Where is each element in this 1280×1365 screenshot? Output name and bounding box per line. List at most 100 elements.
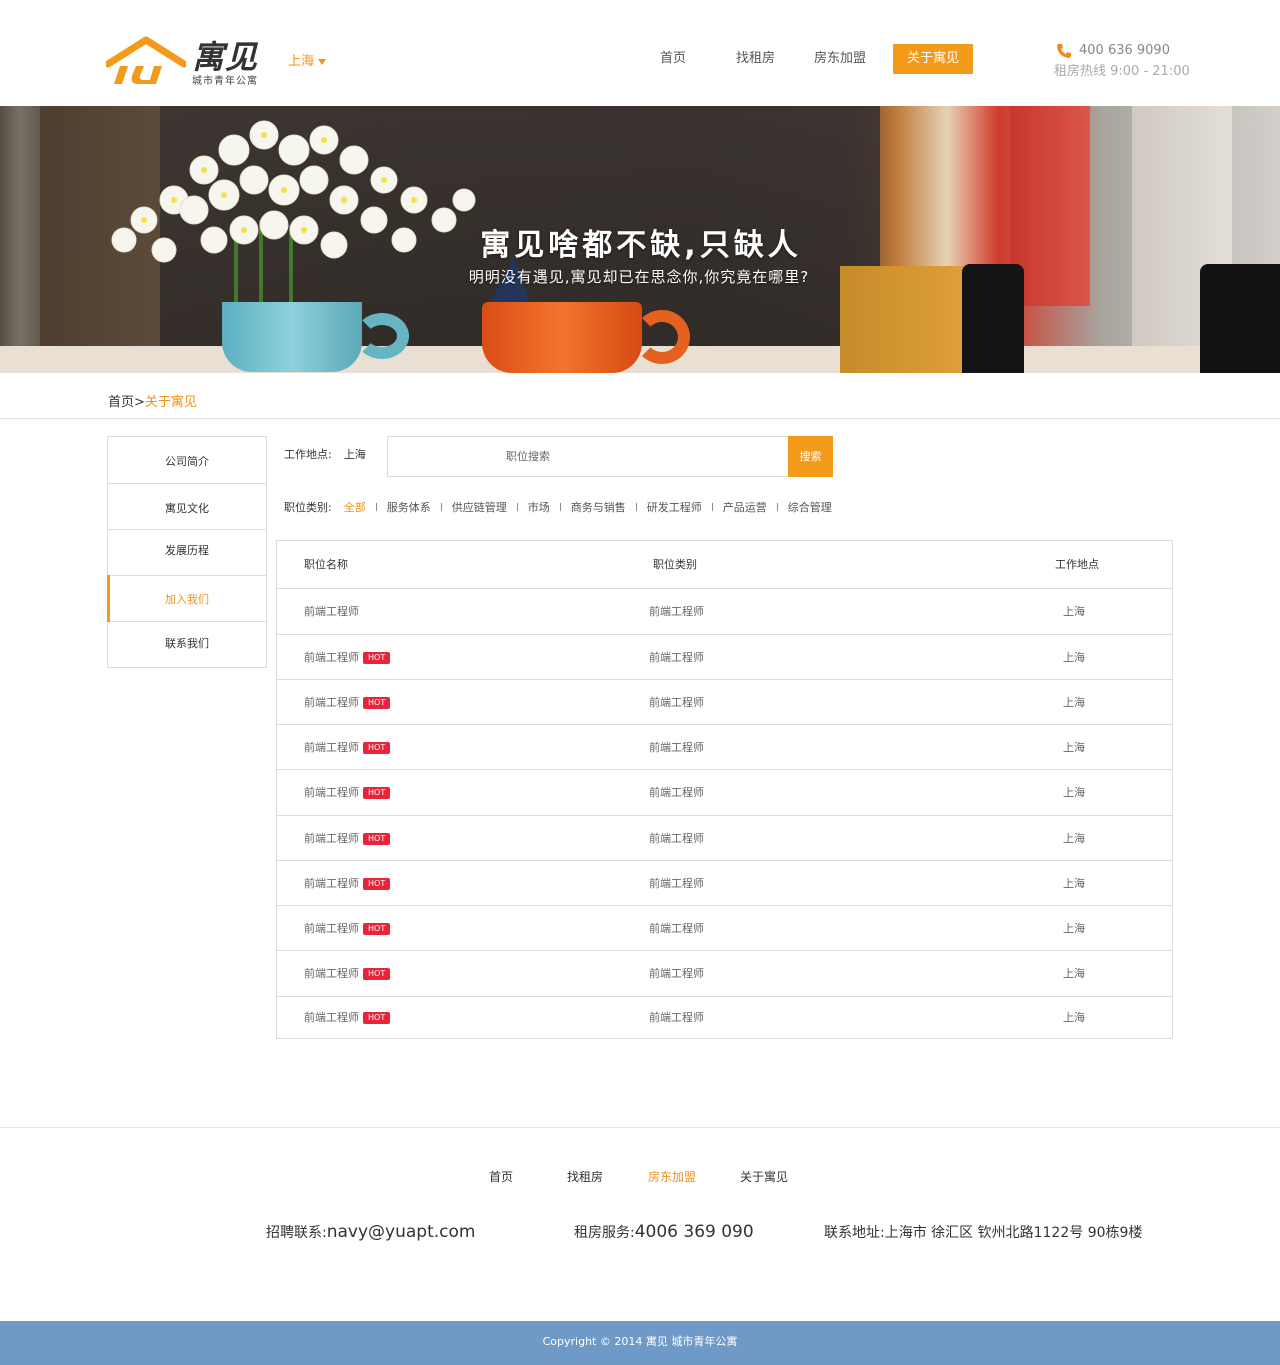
sidebar-item-history[interactable]: 发展历程	[108, 530, 266, 576]
job-name-cell: 前端工程师 HOT	[304, 680, 391, 725]
hero-banner: 寓见啥都不缺,只缺人 明明没有遇见,寓见却已在思念你,你究竟在哪里?	[0, 106, 1280, 373]
category-service[interactable]: 服务体系	[387, 499, 431, 515]
table-row[interactable]: 前端工程师 HOT 前端工程师 上海	[277, 816, 1172, 861]
recruit-label: 招聘联系:	[266, 1225, 327, 1241]
table-row[interactable]: 前端工程师 HOT 前端工程师 上海	[277, 725, 1172, 770]
job-name[interactable]: 前端工程师	[304, 651, 359, 664]
category-sales[interactable]: 商务与销售	[571, 499, 626, 515]
table-row[interactable]: 前端工程师 HOT 前端工程师 上海	[277, 997, 1172, 1039]
category-divider	[516, 503, 518, 511]
job-name[interactable]: 前端工程师	[304, 1011, 359, 1024]
job-location-cell: 上海	[1063, 922, 1085, 935]
table-row[interactable]: 前端工程师 HOT 前端工程师 上海	[277, 680, 1172, 725]
sidebar-item-culture[interactable]: 寓见文化	[108, 484, 266, 530]
hot-badge: HOT	[363, 878, 391, 890]
job-name[interactable]: 前端工程师	[304, 832, 359, 845]
job-category-cell: 前端工程师	[649, 741, 704, 754]
caret-down-icon	[318, 58, 327, 65]
footer-nav-home[interactable]: 首页	[489, 1168, 513, 1185]
copyright-bar: Copyright © 2014 寓见 城市青年公寓	[0, 1321, 1280, 1365]
job-category-cell: 前端工程师	[649, 877, 704, 890]
hot-badge: HOT	[363, 833, 391, 845]
header-job-category: 职位类别	[653, 558, 697, 571]
job-category-cell: 前端工程师	[649, 605, 704, 618]
job-name-cell: 前端工程师 HOT	[304, 770, 391, 816]
job-location-cell: 上海	[1063, 651, 1085, 664]
category-product-ops[interactable]: 产品运营	[723, 499, 767, 515]
banner-title: 寓见啥都不缺,只缺人	[480, 228, 802, 263]
footer-nav-about[interactable]: 关于寓见	[740, 1168, 788, 1185]
job-name[interactable]: 前端工程师	[304, 877, 359, 890]
job-name[interactable]: 前端工程师	[304, 922, 359, 935]
breadcrumb-divider	[0, 418, 1280, 419]
search-button[interactable]: 搜索	[788, 436, 833, 477]
job-location-cell: 上海	[1063, 741, 1085, 754]
sidebar-item-company-intro[interactable]: 公司简介	[108, 437, 266, 484]
job-name[interactable]: 前端工程师	[304, 786, 359, 799]
category-divider	[776, 503, 778, 511]
nav-home[interactable]: 首页	[660, 44, 686, 74]
job-location-cell: 上海	[1063, 605, 1085, 618]
category-rd[interactable]: 研发工程师	[647, 499, 702, 515]
job-category-cell: 前端工程师	[649, 967, 704, 980]
recruit-contact: 招聘联系:navy@yuapt.com	[266, 1222, 475, 1242]
recruit-email[interactable]: navy@yuapt.com	[327, 1222, 476, 1242]
category-management[interactable]: 综合管理	[788, 499, 832, 515]
table-row[interactable]: 前端工程师 HOT 前端工程师 上海	[277, 861, 1172, 906]
city-selector[interactable]: 上海	[288, 50, 327, 69]
work-location-value[interactable]: 上海	[344, 448, 366, 461]
job-location-cell: 上海	[1063, 786, 1085, 799]
table-row[interactable]: 前端工程师 前端工程师 上海	[277, 589, 1172, 635]
breadcrumb-separator: >	[134, 395, 145, 410]
job-category-cell: 前端工程师	[649, 922, 704, 935]
hot-badge: HOT	[363, 968, 391, 980]
table-row[interactable]: 前端工程师 HOT 前端工程师 上海	[277, 635, 1172, 680]
nav-find-rental[interactable]: 找租房	[736, 44, 775, 74]
job-search-input[interactable]: 职位搜索	[387, 436, 789, 477]
site-header: 寓见 城市青年公寓 上海 首页 找租房 房东加盟 关于寓见 400 636 90…	[0, 0, 1280, 106]
logo[interactable]: 寓见 城市青年公寓	[106, 34, 271, 88]
blue-cup-image	[222, 302, 362, 372]
hot-badge: HOT	[363, 652, 391, 664]
orange-cup-handle	[634, 310, 690, 364]
job-category-cell: 前端工程师	[649, 651, 704, 664]
footer-divider	[0, 1127, 1280, 1128]
job-name-cell: 前端工程师 HOT	[304, 861, 391, 906]
about-sidebar: 公司简介 寓见文化 发展历程 加入我们 联系我们	[107, 436, 267, 668]
hot-badge: HOT	[363, 697, 391, 709]
job-name[interactable]: 前端工程师	[304, 741, 359, 754]
breadcrumb-home[interactable]: 首页	[108, 395, 134, 410]
sidebar-item-contact[interactable]: 联系我们	[108, 622, 266, 668]
category-all[interactable]: 全部	[344, 499, 366, 515]
job-name-cell: 前端工程师 HOT	[304, 816, 391, 861]
footer-nav-find-rental[interactable]: 找租房	[567, 1168, 603, 1185]
hotline-hours: 租房热线 9:00 - 21:00	[1054, 64, 1190, 79]
hot-badge: HOT	[363, 923, 391, 935]
nav-about[interactable]: 关于寓见	[893, 44, 974, 74]
nav-landlord-join[interactable]: 房东加盟	[814, 44, 866, 74]
job-category-filter: 职位类别: 全部 服务体系 供应链管理 市场 商务与销售 研发工程师 产品运营 综合管理	[284, 499, 832, 515]
contact-address: 联系地址:上海市 徐汇区 钦州北路1122号 90栋9楼	[824, 1225, 1143, 1241]
table-row[interactable]: 前端工程师 HOT 前端工程师 上海	[277, 770, 1172, 816]
table-row[interactable]: 前端工程师 HOT 前端工程师 上海	[277, 906, 1172, 951]
job-category-cell: 前端工程师	[649, 786, 704, 799]
category-marketing[interactable]: 市场	[528, 499, 550, 515]
job-location-cell: 上海	[1063, 696, 1085, 709]
breadcrumb-current: 关于寓见	[144, 395, 197, 410]
job-name[interactable]: 前端工程师	[304, 696, 359, 709]
footer-nav-landlord-join[interactable]: 房东加盟	[648, 1168, 696, 1185]
job-location-cell: 上海	[1063, 967, 1085, 980]
job-category-cell: 前端工程师	[649, 1011, 704, 1024]
job-name-cell: 前端工程师	[304, 589, 359, 635]
work-location: 工作地点: 上海	[284, 446, 366, 462]
job-name[interactable]: 前端工程师	[304, 967, 359, 980]
table-row[interactable]: 前端工程师 HOT 前端工程师 上海	[277, 951, 1172, 997]
header-work-location: 工作地点	[1055, 558, 1099, 571]
sidebar-item-join-us[interactable]: 加入我们	[107, 575, 266, 622]
jobs-table: 职位名称 职位类别 工作地点 前端工程师 前端工程师 上海 前端工程师 HOT 前端工程师…	[276, 540, 1173, 1039]
category-supply-chain[interactable]: 供应链管理	[452, 499, 507, 515]
rental-service-phone: 4006 369 090	[634, 1222, 754, 1242]
job-name[interactable]: 前端工程师	[304, 605, 359, 618]
category-divider	[375, 503, 377, 511]
logo-tagline: 城市青年公寓	[192, 76, 258, 87]
